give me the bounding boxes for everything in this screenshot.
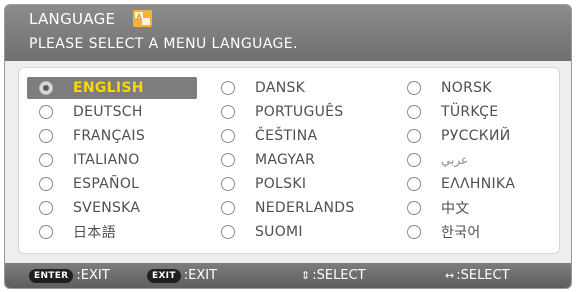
language-option-korean[interactable]: 한국어 xyxy=(407,221,481,243)
language-label: ESPAÑOL xyxy=(73,176,140,192)
radio-button[interactable] xyxy=(221,81,235,95)
language-option-greek[interactable]: ΕΛΛΗΝΙΚΑ xyxy=(407,173,515,195)
leftright-select-label: :SELECT xyxy=(456,268,510,283)
language-option-russian[interactable]: РУССКИЙ xyxy=(407,125,511,147)
language-option-francais[interactable]: FRANÇAIS xyxy=(39,125,145,147)
language-label: ITALIANO xyxy=(73,152,140,168)
radio-button[interactable] xyxy=(407,201,421,215)
dialog-title: LANGUAGE xyxy=(29,10,116,28)
language-option-turkce[interactable]: TÜRKÇE xyxy=(407,101,498,123)
language-label: РУССКИЙ xyxy=(441,128,511,144)
language-dialog: LANGUAGE A PLEASE SELECT A MENU LANGUAGE… xyxy=(4,4,572,289)
radio-button[interactable] xyxy=(407,105,421,119)
radio-button[interactable] xyxy=(221,129,235,143)
language-option-norsk[interactable]: NORSK xyxy=(407,77,492,99)
language-option-chinese[interactable]: 中文 xyxy=(407,197,470,219)
exit-key-icon: EXIT xyxy=(147,268,181,283)
radio-button[interactable] xyxy=(39,81,53,95)
language-option-nederlands[interactable]: NEDERLANDS xyxy=(221,197,355,219)
updown-select-label: :SELECT xyxy=(312,268,366,283)
language-label: DANSK xyxy=(255,80,306,96)
language-label: PORTUGUÊS xyxy=(255,104,344,120)
language-option-english[interactable]: ENGLISH xyxy=(27,77,197,99)
enter-exit-hint: ENTER :EXIT xyxy=(29,267,110,284)
language-label: ENGLISH xyxy=(73,80,144,96)
language-label: FRANÇAIS xyxy=(73,128,146,144)
radio-button[interactable] xyxy=(407,129,421,143)
radio-button[interactable] xyxy=(39,177,53,191)
radio-button[interactable] xyxy=(407,225,421,239)
language-label: MAGYAR xyxy=(255,152,316,168)
language-option-japanese[interactable]: 日本語 xyxy=(39,221,116,243)
radio-button[interactable] xyxy=(407,177,421,191)
dialog-header: LANGUAGE A PLEASE SELECT A MENU LANGUAGE… xyxy=(5,5,571,61)
key-hint-bar: ENTER :EXIT EXIT :EXIT ⇕ :SELECT ↔ :SELE… xyxy=(5,263,571,288)
radio-button[interactable] xyxy=(39,201,53,215)
radio-button[interactable] xyxy=(221,105,235,119)
language-label: ΕΛΛΗΝΙΚΑ xyxy=(441,176,516,192)
language-label: 한국어 xyxy=(441,225,481,241)
language-option-dansk[interactable]: DANSK xyxy=(221,77,305,99)
updown-arrow-icon: ⇕ xyxy=(301,269,311,282)
language-label: SUOMI xyxy=(255,224,303,240)
radio-button[interactable] xyxy=(221,153,235,167)
radio-button[interactable] xyxy=(221,201,235,215)
language-list-panel: ENGLISH DEUTSCH FRANÇAIS ITALIANO ESPAÑO… xyxy=(18,67,560,254)
language-label: TÜRKÇE xyxy=(441,104,499,120)
dialog-subtitle: PLEASE SELECT A MENU LANGUAGE. xyxy=(29,36,298,52)
exit-exit-label: :EXIT xyxy=(183,268,218,283)
language-option-espanol[interactable]: ESPAÑOL xyxy=(39,173,139,195)
language-icon: A xyxy=(133,10,152,27)
radio-button[interactable] xyxy=(39,105,53,119)
language-label: NEDERLANDS xyxy=(255,200,355,216)
language-label: DEUTSCH xyxy=(73,104,143,120)
radio-button[interactable] xyxy=(221,225,235,239)
language-label: ČEŠTINA xyxy=(255,128,318,144)
language-option-arabic[interactable]: عربي xyxy=(407,149,468,171)
radio-button[interactable] xyxy=(39,225,53,239)
language-label: عربي xyxy=(441,153,469,167)
language-option-polski[interactable]: POLSKI xyxy=(221,173,306,195)
language-option-deutsch[interactable]: DEUTSCH xyxy=(39,101,143,123)
updown-select-hint: ⇕ :SELECT xyxy=(301,267,366,284)
language-label: 日本語 xyxy=(73,225,116,241)
language-label: 中文 xyxy=(441,201,470,217)
language-option-magyar[interactable]: MAGYAR xyxy=(221,149,315,171)
enter-key-icon: ENTER xyxy=(29,268,74,283)
language-option-cestina[interactable]: ČEŠTINA xyxy=(221,125,317,147)
radio-button[interactable] xyxy=(407,81,421,95)
language-label: NORSK xyxy=(441,80,492,96)
radio-button[interactable] xyxy=(407,153,421,167)
radio-button[interactable] xyxy=(39,129,53,143)
language-option-italiano[interactable]: ITALIANO xyxy=(39,149,140,171)
exit-exit-hint: EXIT :EXIT xyxy=(147,267,217,284)
enter-exit-label: :EXIT xyxy=(76,268,110,283)
language-option-portugues[interactable]: PORTUGUÊS xyxy=(221,101,344,123)
language-option-suomi[interactable]: SUOMI xyxy=(221,221,303,243)
language-option-svenska[interactable]: SVENSKA xyxy=(39,197,140,219)
radio-button[interactable] xyxy=(39,153,53,167)
radio-button[interactable] xyxy=(221,177,235,191)
language-label: POLSKI xyxy=(255,176,307,192)
leftright-select-hint: ↔ :SELECT xyxy=(445,267,510,284)
leftright-arrow-icon: ↔ xyxy=(445,269,455,282)
language-label: SVENSKA xyxy=(73,200,141,216)
